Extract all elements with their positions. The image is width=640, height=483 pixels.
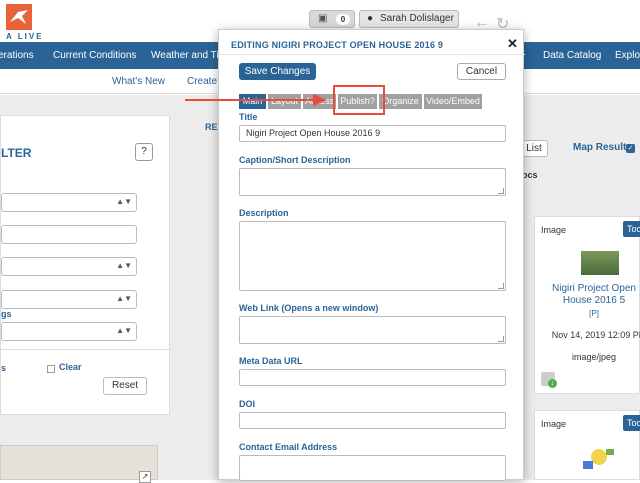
download-arrow-icon: ↓ [548,379,557,388]
bird-logo-icon [10,10,28,24]
doi-label: DOI [239,399,256,409]
user-icon: ● [367,13,374,24]
map-results-label: Map Results [573,142,632,153]
card-tag: [P] [589,309,599,318]
tab-layout[interactable]: Layout [268,94,302,109]
metadata-label: Meta Data URL [239,356,303,366]
nav-item-operations[interactable]: erations [0,50,34,61]
doi-input[interactable] [239,412,506,429]
expand-icon[interactable]: ↗ [139,471,151,483]
modal-title: EDITING NIGIRI PROJECT OPEN HOUSE 2016 9 [231,40,444,50]
annotation-arrow-head [313,94,327,106]
nav-item-explore[interactable]: Explo [615,50,640,61]
description-label: Description [239,208,289,218]
chevron-updown-icon: ▲▼ [116,261,132,270]
result-card[interactable]: Image Too Nigiri Project Open House 2016… [534,216,640,394]
docs-label: ocs [522,170,538,180]
weblink-label: Web Link (Opens a new window) [239,303,379,313]
tab-main[interactable]: Main [239,94,267,109]
tab-video-embed[interactable]: Video/Embed [424,94,483,109]
user-name: Sarah Dolislager [380,13,454,24]
subnav-whats-new[interactable]: What's New [112,76,165,87]
card-thumbnail[interactable] [579,439,619,475]
weblink-textarea[interactable] [239,316,506,344]
filter-select-1[interactable]: ▲▼ [1,193,137,212]
card-title[interactable]: Nigiri Project Open House 2016 5 [539,283,640,307]
card-type: Image [541,419,567,429]
email-textarea[interactable] [239,455,506,481]
modal-divider [219,54,525,55]
cart-button[interactable]: ▣ 0 [309,10,355,28]
user-button[interactable]: ● Sarah Dolislager [359,10,459,28]
filter-link-tags[interactable]: gs [1,309,12,319]
card-tools-button[interactable]: Too [623,221,640,237]
chevron-updown-icon: ▲▼ [116,326,132,335]
nav-item-current-conditions[interactable]: Current Conditions [53,50,136,61]
metadata-input[interactable] [239,369,506,386]
caption-textarea[interactable] [239,168,506,196]
clear-checkbox[interactable] [47,365,55,373]
map-results-checkbox[interactable]: ✓ [626,144,635,153]
annotation-arrow-line [185,99,315,101]
caption-label: Caption/Short Description [239,155,351,165]
reset-button[interactable]: Reset [103,377,147,395]
filter-select-3[interactable]: ▲▼ [1,290,137,309]
annotation-highlight-box [333,85,385,115]
nav-item-data-catalog[interactable]: Data Catalog [543,50,601,61]
email-label: Contact Email Address [239,442,338,452]
card-mime: image/jpeg [571,352,617,362]
chevron-updown-icon: ▲▼ [116,294,132,303]
close-icon[interactable]: ✕ [507,36,518,52]
resize-grip-icon[interactable] [498,283,504,289]
result-card[interactable]: Image Too [534,410,640,480]
chevron-updown-icon: ▲▼ [116,197,132,206]
tab-organize[interactable]: Organize [379,94,423,109]
card-thumbnail[interactable] [581,251,619,275]
logo[interactable] [6,4,32,30]
resize-grip-icon[interactable] [498,336,504,342]
cart-count: 0 [336,14,350,25]
filter-link-s[interactable]: s [1,363,6,373]
description-textarea[interactable] [239,221,506,291]
filter-panel: LTER ? ▲▼ ▲▼ ▲▼ gs ▲▼ s Clear Reset [0,115,171,415]
basket-icon: ▣ [318,13,328,24]
map-preview[interactable]: ↗ [0,445,158,483]
logo-text: A LIVE [6,32,44,41]
card-type: Image [541,225,567,235]
filter-divider [1,349,171,350]
download-icon[interactable]: ↓ [541,372,557,388]
filter-input[interactable] [1,225,137,244]
title-input[interactable]: Nigiri Project Open House 2016 9 [239,125,506,142]
help-button[interactable]: ? [135,143,153,161]
resize-grip-icon[interactable] [498,188,504,194]
card-tools-button[interactable]: Too [623,415,640,431]
title-label: Title [239,112,258,122]
filter-select-2[interactable]: ▲▼ [1,257,137,276]
clear-label[interactable]: Clear [59,362,82,372]
filter-title: LTER [1,146,32,160]
save-changes-button[interactable]: Save Changes [239,63,316,80]
list-view-button[interactable]: List [520,140,548,157]
filter-select-4[interactable]: ▲▼ [1,322,137,341]
cancel-button[interactable]: Cancel [457,63,506,80]
card-date: Nov 14, 2019 12:09 PM [551,330,640,340]
